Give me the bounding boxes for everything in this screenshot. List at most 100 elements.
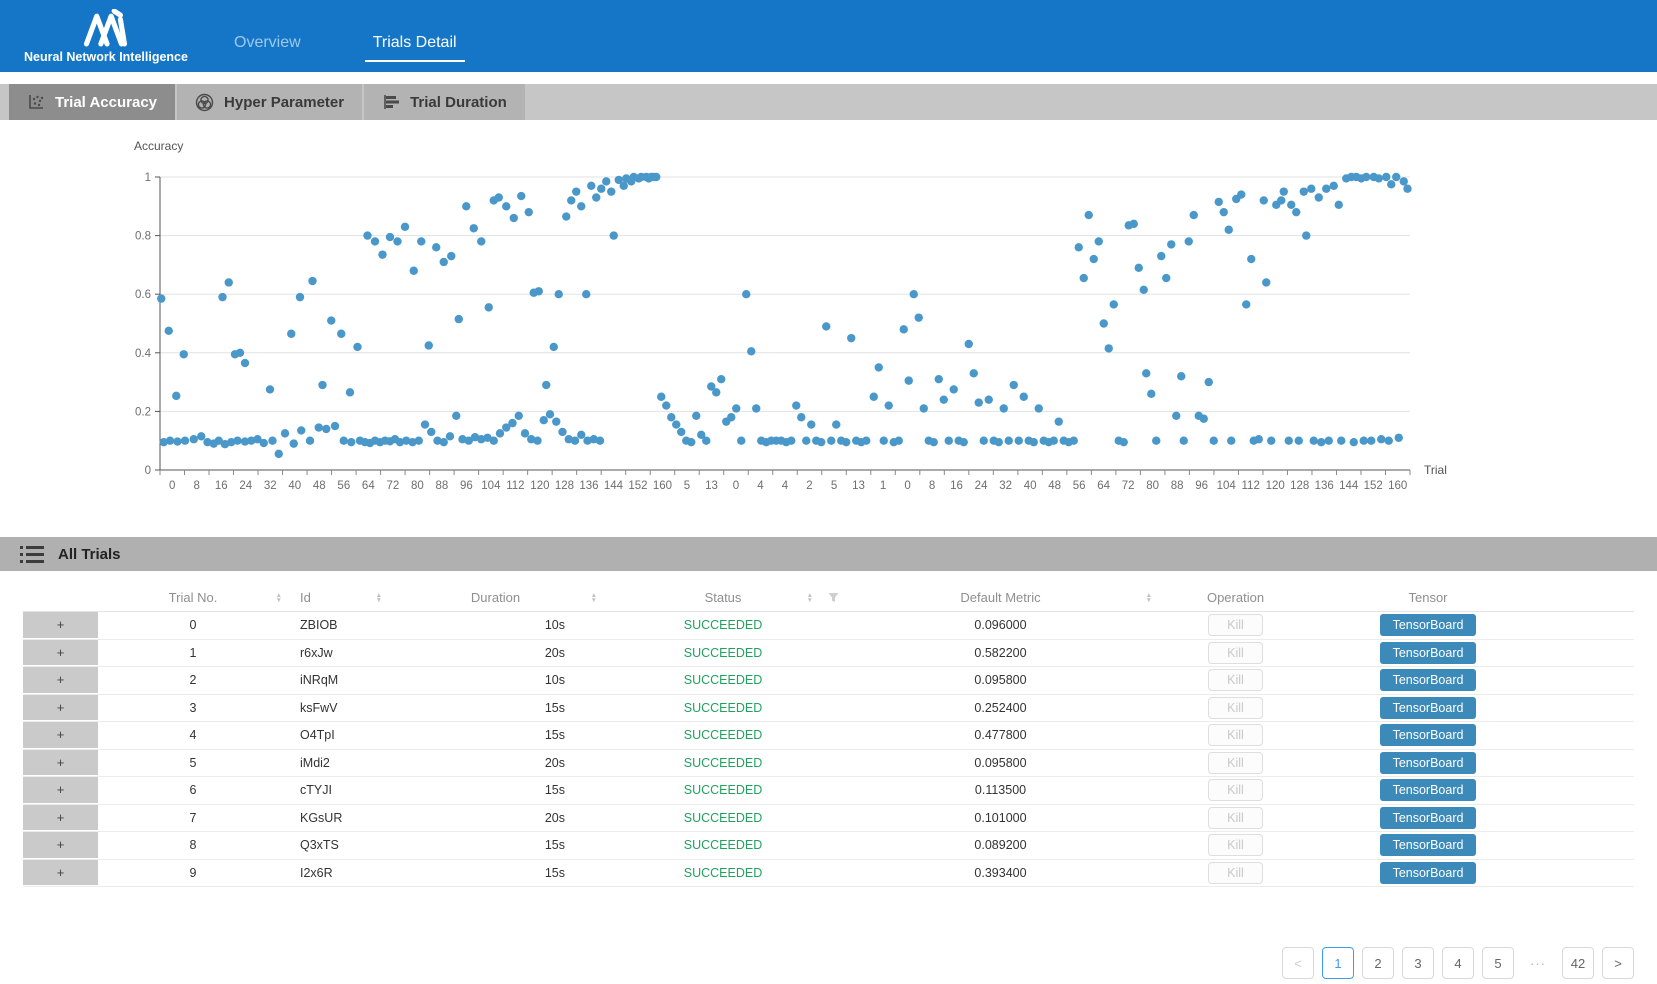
scatter-point[interactable] <box>980 437 988 445</box>
scatter-point[interactable] <box>233 437 241 445</box>
scatter-point[interactable] <box>1392 173 1400 181</box>
scatter-point[interactable] <box>885 401 893 409</box>
scatter-point[interactable] <box>571 437 579 445</box>
scatter-point[interactable] <box>842 438 850 446</box>
scatter-point[interactable] <box>1247 255 1255 263</box>
kill-button[interactable]: Kill <box>1208 834 1263 856</box>
scatter-point[interactable] <box>432 243 440 251</box>
scatter-point[interactable] <box>607 187 615 195</box>
scatter-point[interactable] <box>1227 437 1235 445</box>
scatter-point[interactable] <box>1147 390 1155 398</box>
scatter-point[interactable] <box>297 426 305 434</box>
scatter-point[interactable] <box>862 437 870 445</box>
scatter-point[interactable] <box>440 438 448 446</box>
scatter-point[interactable] <box>1190 211 1198 219</box>
scatter-point[interactable] <box>960 438 968 446</box>
scatter-point[interactable] <box>421 420 429 428</box>
scatter-point[interactable] <box>742 290 750 298</box>
sort-icon[interactable]: ▲▼ <box>376 593 382 603</box>
scatter-point[interactable] <box>470 224 478 232</box>
scatter-point[interactable] <box>337 330 345 338</box>
scatter-point[interactable] <box>173 437 181 445</box>
scatter-point[interactable] <box>596 437 604 445</box>
scatter-point[interactable] <box>930 438 938 446</box>
scatter-point[interactable] <box>533 437 541 445</box>
scatter-point[interactable] <box>260 439 268 447</box>
tensorboard-button[interactable]: TensorBoard <box>1380 669 1477 691</box>
scatter-point[interactable] <box>1172 412 1180 420</box>
scatter-point[interactable] <box>847 334 855 342</box>
nav-tab-overview[interactable]: Overview <box>226 34 309 62</box>
scatter-point[interactable] <box>308 277 316 285</box>
scatter-point[interactable] <box>727 413 735 421</box>
scatter-point[interactable] <box>1330 182 1338 190</box>
scatter-point[interactable] <box>425 341 433 349</box>
scatter-point[interactable] <box>1177 372 1185 380</box>
scatter-point[interactable] <box>197 432 205 440</box>
scatter-point[interactable] <box>915 313 923 321</box>
scatter-point[interactable] <box>296 293 304 301</box>
scatter-point[interactable] <box>268 437 276 445</box>
page-button-42[interactable]: 42 <box>1562 947 1594 979</box>
scatter-point[interactable] <box>525 208 533 216</box>
scatter-point[interactable] <box>1015 437 1023 445</box>
scatter-point[interactable] <box>1375 174 1383 182</box>
scatter-point[interactable] <box>1242 300 1250 308</box>
scatter-point[interactable] <box>1325 437 1333 445</box>
scatter-point[interactable] <box>910 290 918 298</box>
scatter-point[interactable] <box>1255 435 1263 443</box>
scatter-point[interactable] <box>318 381 326 389</box>
scatter-point[interactable] <box>817 438 825 446</box>
prev-page-button[interactable]: < <box>1282 947 1314 979</box>
kill-button[interactable]: Kill <box>1208 642 1263 664</box>
scatter-point[interactable] <box>1322 185 1330 193</box>
scatter-point[interactable] <box>827 437 835 445</box>
page-button-5[interactable]: 5 <box>1482 947 1514 979</box>
scatter-point[interactable] <box>662 401 670 409</box>
scatter-point[interactable] <box>677 428 685 436</box>
scatter-point[interactable] <box>1292 208 1300 216</box>
scatter-point[interactable] <box>1030 438 1038 446</box>
scatter-point[interactable] <box>880 437 888 445</box>
expand-row-button[interactable]: + <box>23 695 98 722</box>
scatter-point[interactable] <box>1180 437 1188 445</box>
scatter-point[interactable] <box>1403 185 1411 193</box>
scatter-point[interactable] <box>417 237 425 245</box>
scatter-point[interactable] <box>1350 438 1358 446</box>
scatter-point[interactable] <box>1120 438 1128 446</box>
scatter-point[interactable] <box>1055 417 1063 425</box>
expand-row-button[interactable]: + <box>23 750 98 777</box>
scatter-point[interactable] <box>415 437 423 445</box>
scatter-point[interactable] <box>165 327 173 335</box>
scatter-point[interactable] <box>485 303 493 311</box>
scatter-point[interactable] <box>1300 187 1308 195</box>
scatter-point[interactable] <box>1110 300 1118 308</box>
tensorboard-button[interactable]: TensorBoard <box>1380 724 1477 746</box>
scatter-point[interactable] <box>940 395 948 403</box>
scatter-point[interactable] <box>657 393 665 401</box>
scatter-point[interactable] <box>1395 434 1403 442</box>
scatter-point[interactable] <box>455 315 463 323</box>
tensorboard-button[interactable]: TensorBoard <box>1380 614 1477 636</box>
tab-trial-accuracy[interactable]: Trial Accuracy <box>9 84 175 120</box>
page-button-3[interactable]: 3 <box>1402 947 1434 979</box>
scatter-point[interactable] <box>1095 237 1103 245</box>
scatter-point[interactable] <box>667 413 675 421</box>
scatter-point[interactable] <box>1367 437 1375 445</box>
scatter-point[interactable] <box>582 290 590 298</box>
scatter-point[interactable] <box>1035 404 1043 412</box>
next-page-button[interactable]: > <box>1602 947 1634 979</box>
scatter-point[interactable] <box>1000 404 1008 412</box>
sort-icon[interactable]: ▲▼ <box>1146 593 1152 603</box>
scatter-point[interactable] <box>802 437 810 445</box>
scatter-point[interactable] <box>870 393 878 401</box>
tab-hyper-parameter[interactable]: Hyper Parameter <box>177 84 362 120</box>
expand-row-button[interactable]: + <box>23 777 98 804</box>
scatter-point[interactable] <box>180 350 188 358</box>
expand-row-button[interactable]: + <box>23 640 98 667</box>
scatter-point[interactable] <box>1135 264 1143 272</box>
scatter-point[interactable] <box>440 258 448 266</box>
scatter-point[interactable] <box>1310 437 1318 445</box>
scatter-point[interactable] <box>496 429 504 437</box>
nni-logo[interactable]: Neural Network Intelligence <box>28 0 184 72</box>
